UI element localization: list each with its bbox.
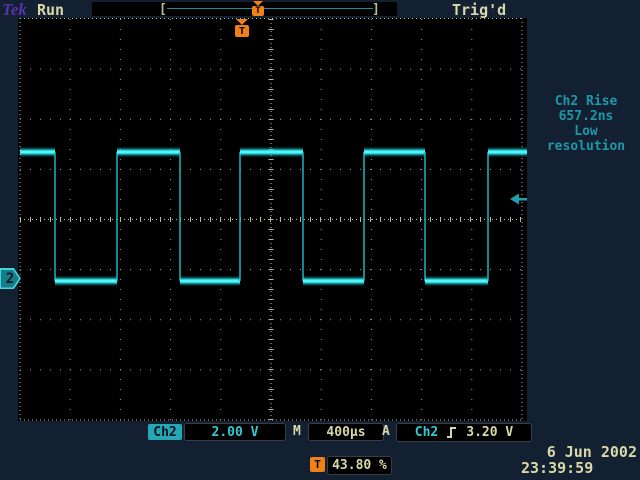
- measurement-value: 657.2ns: [533, 109, 639, 124]
- record-view-bar: [ ] T: [92, 2, 397, 16]
- timebase-label: M: [293, 424, 301, 439]
- trigger-marker-t-icon: T: [252, 6, 264, 16]
- record-view-bracket-right: ]: [372, 2, 380, 17]
- timebase-readout: 400µs: [308, 423, 384, 441]
- oscilloscope-screen: Tek Run [ ] T Trig'd: [0, 0, 640, 480]
- time-readout: 23:39:59: [521, 459, 593, 477]
- vertical-scale-readout: 2.00 V: [184, 423, 286, 441]
- tek-logo: Tek: [2, 0, 27, 20]
- trigger-mode-label: A: [382, 424, 390, 439]
- trigger-readout: Ch2 3.20 V: [396, 423, 532, 442]
- trigger-percent-t-icon: T: [310, 457, 325, 472]
- waveform-display: T: [18, 18, 527, 421]
- graticule: [20, 18, 522, 421]
- channel-readout-badge: Ch2: [148, 424, 182, 440]
- measurement-qualifier-2: resolution: [533, 139, 639, 154]
- trigger-level-value: 3.20 V: [466, 425, 513, 440]
- measurement-qualifier-1: Low: [533, 124, 639, 139]
- trigger-level-arrow-icon: [510, 194, 527, 205]
- measurement-panel: Ch2 Rise 657.2ns Low resolution: [533, 94, 639, 154]
- trigger-position-t-icon: T: [235, 25, 249, 37]
- acquisition-status: Run: [37, 1, 64, 19]
- graticule-svg: [18, 18, 527, 421]
- measurement-source-type: Ch2 Rise: [533, 94, 639, 109]
- trigger-position-percent: 43.80 %: [327, 456, 392, 475]
- rising-edge-icon: [447, 426, 457, 439]
- trigger-status: Trig'd: [452, 1, 506, 19]
- record-trigger-marker: T: [252, 1, 264, 16]
- record-view-window-line: [167, 8, 373, 9]
- waveform-layer: [20, 152, 527, 281]
- channel2-marker-label: 2: [1, 270, 19, 288]
- trigger-position-marker: T: [235, 19, 249, 37]
- trigger-source-label: Ch2: [415, 425, 438, 440]
- record-view-bracket-left: [: [159, 2, 167, 17]
